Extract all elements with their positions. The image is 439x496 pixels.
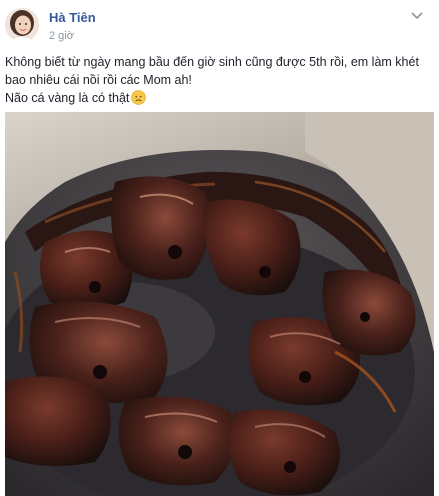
post-text-line-2-label: Não cá vàng là có thật — [5, 91, 130, 105]
post-options-button[interactable] — [405, 6, 429, 26]
chevron-down-icon — [411, 12, 423, 20]
avatar-portrait-icon — [5, 8, 39, 42]
post-text-line-1: Không biết từ ngày mang bầu đến giờ sinh… — [5, 55, 419, 87]
post-timestamp[interactable]: 2 giờ — [49, 30, 74, 42]
burnt-pot-photo — [5, 112, 434, 496]
facebook-post: Hà Tiên 2 giờ Không biết từ ngày mang bầ… — [0, 0, 439, 496]
sad-face-emoji-icon — [131, 90, 147, 110]
post-text-line-2: Não cá vàng là có thật — [5, 89, 430, 110]
author-name-link[interactable]: Hà Tiên — [49, 10, 96, 25]
author-avatar[interactable] — [5, 8, 39, 42]
post-message: Không biết từ ngày mang bầu đến giờ sinh… — [5, 53, 430, 110]
post-photo[interactable] — [5, 112, 434, 496]
